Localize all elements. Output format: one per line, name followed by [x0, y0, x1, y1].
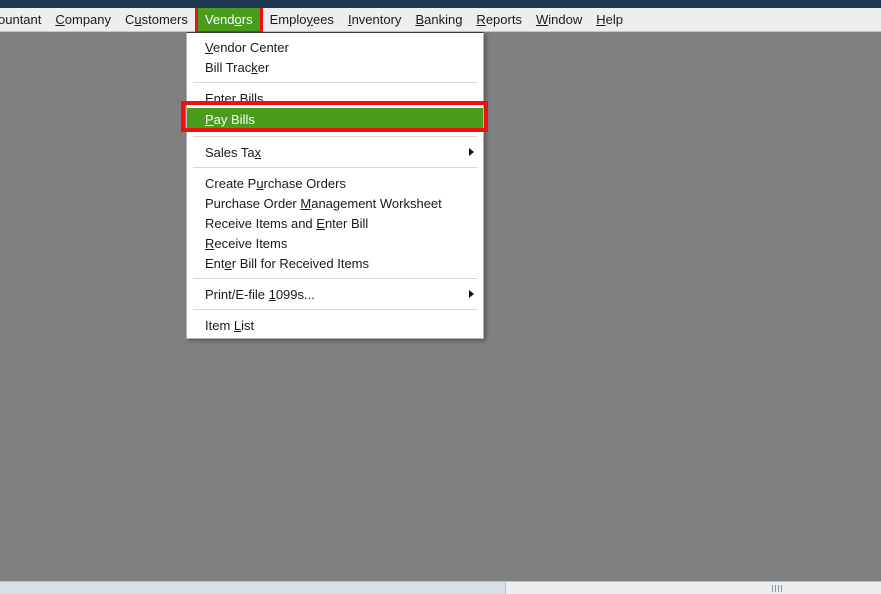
mnemonic-underline: 1	[268, 286, 276, 302]
mnemonic-underline: R	[205, 235, 215, 251]
mnemonic-underline: V	[205, 39, 213, 55]
menubar-item-customers[interactable]: Customers	[118, 8, 195, 31]
grip-tick	[775, 585, 776, 592]
menu-item-label: Receive Items and Enter Bill	[205, 215, 369, 231]
menubar-item-window[interactable]: Window	[529, 8, 589, 31]
submenu-arrow-icon	[469, 148, 474, 156]
menu-item-label: Bill Tracker	[205, 59, 270, 75]
menu-item-label: Create Purchase Orders	[205, 175, 346, 191]
submenu-arrow-icon	[469, 290, 474, 298]
menu-item-bill-tracker[interactable]: Bill Tracker	[187, 57, 483, 77]
mnemonic-underline: L	[233, 317, 242, 333]
grip-tick	[772, 585, 773, 592]
vendors-dropdown-menu[interactable]: Vendor Center Bill Tracker Enter Bills Pay …	[186, 32, 484, 339]
mnemonic-underline: u	[256, 175, 264, 191]
status-bar-left-panel	[0, 581, 505, 594]
mnemonic-underline: R	[476, 12, 486, 27]
mnemonic-underline: e	[224, 255, 232, 271]
menu-item-receive-items[interactable]: Receive Items	[187, 233, 483, 253]
mnemonic-underline: u	[134, 12, 142, 27]
menu-item-purchase-order-management-worksheet[interactable]: Purchase Order Management Worksheet	[187, 193, 483, 213]
menu-item-label: Print/E-file 1099s...	[205, 286, 315, 302]
mnemonic-underline: E	[316, 215, 325, 231]
mnemonic-underline: y	[306, 12, 313, 27]
menu-item-enter-bills[interactable]: Enter Bills	[187, 88, 483, 108]
menu-item-pay-bills[interactable]: Pay Bills	[187, 108, 483, 131]
menubar-item-help[interactable]: Help	[589, 8, 630, 31]
menu-separator	[193, 167, 477, 168]
menubar-item-label: Vendors	[204, 12, 253, 27]
menu-separator	[193, 309, 477, 310]
menu-separator	[193, 278, 477, 279]
menu-item-receive-items-and-enter-bill[interactable]: Receive Items and Enter Bill	[187, 213, 483, 233]
mnemonic-underline: P	[205, 112, 214, 127]
menubar-item-label: ountant	[0, 12, 42, 27]
menubar-item-employees[interactable]: Employees	[263, 8, 341, 31]
mnemonic-underline: k	[251, 59, 258, 75]
menu-separator	[193, 136, 477, 137]
menu-item-label: Purchase Order Management Worksheet	[205, 195, 442, 211]
menu-item-label: Receive Items	[205, 235, 288, 251]
menubar-item-reports[interactable]: Reports	[469, 8, 529, 31]
menu-item-label: Item List	[205, 317, 255, 333]
menu-item-print-e-file-1099s[interactable]: Print/E-file 1099s...	[187, 284, 483, 304]
menubar-item-label: Window	[535, 12, 583, 27]
resize-grip-icon[interactable]	[772, 585, 782, 592]
menu-item-vendor-center[interactable]: Vendor Center	[187, 37, 483, 57]
menubar-item-label: Banking	[415, 12, 463, 27]
mnemonic-underline: I	[347, 12, 352, 27]
mnemonic-underline: C	[55, 12, 65, 27]
menubar-item-label: Reports	[476, 12, 522, 27]
menu-item-label: Pay Bills	[205, 112, 255, 127]
mnemonic-underline: x	[254, 144, 262, 160]
menu-item-sales-tax[interactable]: Sales Tax	[187, 142, 483, 162]
menubar-item-label: Employees	[269, 12, 334, 27]
menu-item-label: Vendor Center	[205, 39, 289, 55]
menubar-item-inventory[interactable]: Inventory	[341, 8, 409, 31]
grip-tick	[781, 585, 782, 592]
mnemonic-underline: o	[234, 12, 242, 27]
menu-item-label: Sales Tax	[205, 144, 262, 160]
menu-bar: ountant Company Customers Vendors Employees I…	[0, 8, 881, 32]
menu-item-enter-bill-for-received-items[interactable]: Enter Bill for Received Items	[187, 253, 483, 273]
menubar-item-vendors[interactable]: Vendors	[197, 8, 260, 31]
menubar-item-label: Help	[596, 12, 623, 27]
menubar-item-label: Inventory	[347, 12, 402, 27]
menu-item-label: Enter Bill for Received Items	[205, 255, 370, 271]
menubar-item-company[interactable]: Company	[48, 8, 118, 31]
menu-separator	[193, 82, 477, 83]
mnemonic-underline: E	[205, 90, 214, 106]
mnemonic-underline: H	[596, 12, 606, 27]
status-bar	[0, 581, 881, 594]
menu-item-label: Enter Bills	[205, 90, 264, 106]
menu-item-item-list[interactable]: Item List	[187, 315, 483, 335]
window-title-bar	[0, 0, 881, 8]
menubar-item-ountant[interactable]: ountant	[0, 8, 48, 31]
status-bar-right-panel	[505, 581, 881, 594]
mnemonic-underline: M	[300, 195, 312, 211]
mnemonic-underline: B	[415, 12, 425, 27]
menubar-item-label: Company	[55, 12, 112, 27]
menubar-item-banking[interactable]: Banking	[408, 8, 469, 31]
menu-item-create-purchase-orders[interactable]: Create Purchase Orders	[187, 173, 483, 193]
mnemonic-underline: W	[535, 12, 549, 27]
grip-tick	[778, 585, 779, 592]
menubar-item-label: Customers	[125, 12, 188, 27]
